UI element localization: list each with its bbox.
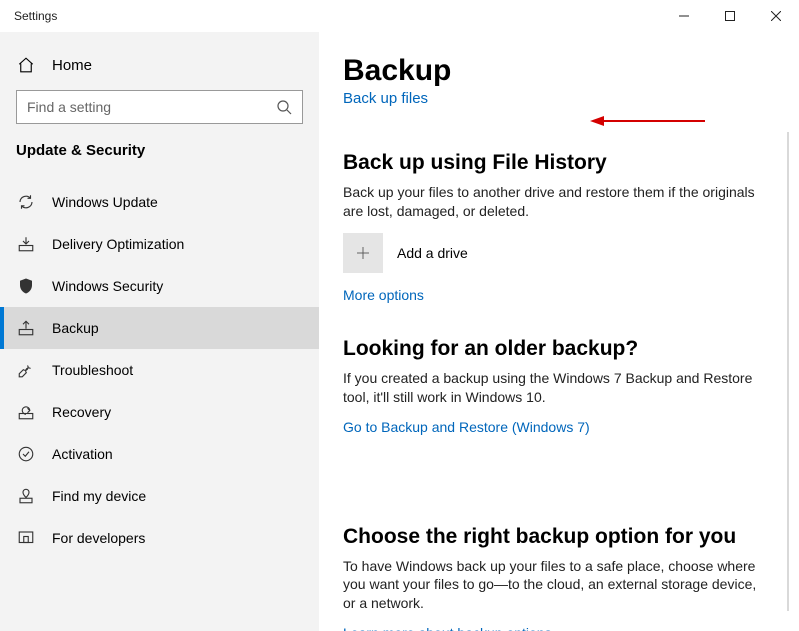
recovery-icon: [16, 403, 36, 421]
section-title: Choose the right backup option for you: [343, 525, 775, 549]
download-icon: [16, 235, 36, 253]
home-nav[interactable]: Home: [0, 46, 319, 84]
section-older-backup: Looking for an older backup? If you crea…: [343, 337, 775, 435]
add-drive-label: Add a drive: [397, 245, 468, 261]
search-icon: [276, 99, 292, 115]
backup-files-link[interactable]: Back up files: [343, 90, 775, 107]
search-input[interactable]: [27, 99, 276, 115]
close-button[interactable]: [753, 0, 799, 32]
backup-upload-icon: [16, 319, 36, 337]
sidebar-item-label: Find my device: [52, 488, 146, 504]
sidebar-item-delivery-optimization[interactable]: Delivery Optimization: [0, 223, 319, 265]
window-title: Settings: [14, 9, 57, 23]
search-box[interactable]: [16, 90, 303, 124]
category-heading: Update & Security: [0, 142, 319, 181]
titlebar: Settings: [0, 0, 799, 32]
sidebar-item-windows-security[interactable]: Windows Security: [0, 265, 319, 307]
sidebar-item-windows-update[interactable]: Windows Update: [0, 181, 319, 223]
page-title: Backup: [343, 54, 775, 88]
section-title: Back up using File History: [343, 151, 775, 175]
sidebar-item-label: Backup: [52, 320, 99, 336]
add-drive-button[interactable]: Add a drive: [343, 233, 775, 273]
check-circle-icon: [16, 445, 36, 463]
section-choose-option: Choose the right backup option for you T…: [343, 525, 775, 631]
sidebar-item-label: Windows Update: [52, 194, 158, 210]
section-body: To have Windows back up your files to a …: [343, 557, 763, 614]
wrench-icon: [16, 361, 36, 379]
sidebar-item-label: Activation: [52, 446, 113, 462]
sidebar-item-troubleshoot[interactable]: Troubleshoot: [0, 349, 319, 391]
sidebar-item-label: Recovery: [52, 404, 111, 420]
maximize-icon: [725, 11, 735, 21]
location-device-icon: [16, 487, 36, 505]
home-icon: [16, 56, 36, 74]
sidebar-item-label: Delivery Optimization: [52, 236, 184, 252]
close-icon: [771, 11, 781, 21]
sidebar-item-activation[interactable]: Activation: [0, 433, 319, 475]
sidebar-item-backup[interactable]: Backup: [0, 307, 319, 349]
plus-icon: [343, 233, 383, 273]
minimize-icon: [679, 11, 689, 21]
minimize-button[interactable]: [661, 0, 707, 32]
sidebar-item-find-my-device[interactable]: Find my device: [0, 475, 319, 517]
content-pane: Backup Back up files Back up using File …: [319, 32, 799, 631]
section-body: If you created a backup using the Window…: [343, 369, 763, 407]
shield-icon: [16, 277, 36, 295]
learn-more-link[interactable]: Learn more about backup options: [343, 625, 775, 631]
developer-icon: [16, 529, 36, 547]
home-label: Home: [52, 57, 92, 74]
section-file-history: Back up using File History Back up your …: [343, 151, 775, 303]
annotation-arrow-icon: [590, 114, 705, 128]
sidebar: Home Update & Security Windows Update De…: [0, 32, 319, 631]
section-body: Back up your files to another drive and …: [343, 183, 763, 221]
sidebar-item-label: Windows Security: [52, 278, 163, 294]
sidebar-item-recovery[interactable]: Recovery: [0, 391, 319, 433]
backup-restore-win7-link[interactable]: Go to Backup and Restore (Windows 7): [343, 419, 590, 435]
scrollbar[interactable]: [787, 132, 789, 611]
maximize-button[interactable]: [707, 0, 753, 32]
sidebar-item-label: Troubleshoot: [52, 362, 133, 378]
section-title: Looking for an older backup?: [343, 337, 775, 361]
more-options-link[interactable]: More options: [343, 287, 775, 303]
sidebar-item-label: For developers: [52, 530, 145, 546]
sidebar-item-for-developers[interactable]: For developers: [0, 517, 319, 559]
sync-icon: [16, 193, 36, 211]
